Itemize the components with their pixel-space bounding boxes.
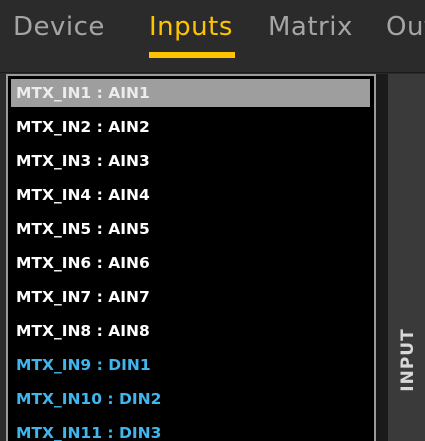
tab-bar: Device Inputs Matrix Out [0,0,425,73]
list-item[interactable]: MTX_IN2 : AIN2 [11,113,370,141]
list-item[interactable]: MTX_IN4 : AIN4 [11,181,370,209]
list-divider [376,74,388,441]
tab-matrix[interactable]: Matrix [268,12,353,42]
side-panel-label-text: INPUT [398,328,418,392]
list-item[interactable]: MTX_IN8 : AIN8 [11,317,370,345]
side-panel-label: INPUT [396,325,420,395]
list-item[interactable]: MTX_IN3 : AIN3 [11,147,370,175]
tab-device[interactable]: Device [13,12,105,42]
input-list[interactable]: MTX_IN1 : AIN1 MTX_IN2 : AIN2 MTX_IN3 : … [6,74,376,441]
active-tab-indicator [149,52,235,58]
list-item[interactable]: MTX_IN7 : AIN7 [11,283,370,311]
list-item[interactable]: MTX_IN10 : DIN2 [11,385,370,413]
list-item[interactable]: MTX_IN5 : AIN5 [11,215,370,243]
list-item[interactable]: MTX_IN11 : DIN3 [11,419,370,441]
tab-inputs[interactable]: Inputs [149,12,233,42]
list-item[interactable]: MTX_IN1 : AIN1 [11,79,370,107]
list-item[interactable]: MTX_IN6 : AIN6 [11,249,370,277]
list-item[interactable]: MTX_IN9 : DIN1 [11,351,370,379]
tab-outputs[interactable]: Out [386,12,425,42]
